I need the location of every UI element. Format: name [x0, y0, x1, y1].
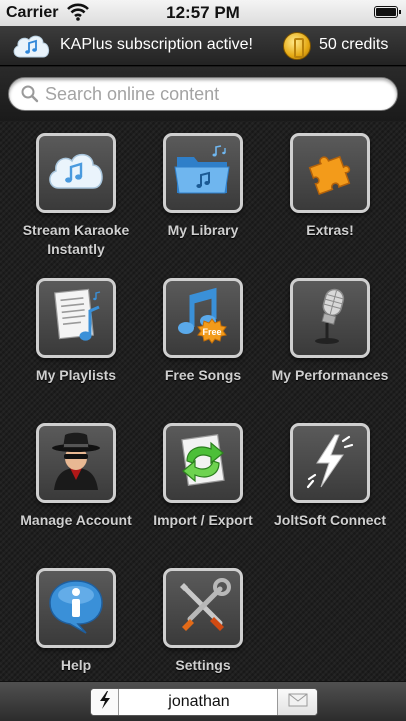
menu-item-free-songs[interactable]: Free Free Songs [143, 278, 263, 385]
search-bar [0, 67, 406, 121]
mail-button[interactable] [277, 689, 317, 715]
menu-item-label: Free Songs [164, 367, 242, 383]
menu-item-label: My Playlists [35, 367, 117, 383]
menu-item-extras[interactable]: Extras! [270, 133, 390, 240]
username-label[interactable]: jonathan [121, 693, 277, 711]
coin-icon [283, 32, 311, 60]
tile-frame[interactable] [290, 278, 370, 358]
menu-item-label: Help [60, 657, 92, 673]
menu-item-import-export[interactable]: Import / Export [143, 423, 263, 530]
tile-frame[interactable] [36, 568, 116, 648]
tile-frame[interactable] [36, 133, 116, 213]
bottom-bar: jonathan [0, 681, 406, 721]
menu-item-my-library[interactable]: My Library [143, 133, 263, 240]
free-note-icon: Free [172, 285, 234, 352]
jolt-button[interactable] [91, 689, 119, 715]
menu-item-label: Settings [175, 657, 231, 673]
menu-item-help[interactable]: Help [16, 568, 136, 675]
microphone-icon [305, 285, 355, 352]
cloud-music-icon [45, 148, 107, 199]
credits-count[interactable]: 50 credits [319, 36, 388, 54]
puzzle-icon [302, 143, 358, 204]
playlist-icon [47, 285, 105, 352]
menu-item-label: Extras! [306, 222, 354, 238]
tile-frame[interactable] [163, 568, 243, 648]
main-menu: Stream Karaoke Instantly My Library Extr… [0, 121, 406, 681]
menu-item-label: Stream Karaoke Instantly [22, 222, 130, 257]
menu-item-label: My Performances [271, 367, 389, 383]
tile-frame[interactable] [36, 423, 116, 503]
menu-item-my-playlists[interactable]: My Playlists [16, 278, 136, 385]
menu-item-label: Import / Export [153, 512, 253, 528]
search-input[interactable] [45, 81, 385, 107]
battery-icon [374, 6, 401, 18]
tools-icon [174, 577, 232, 640]
tile-frame[interactable]: Free [163, 278, 243, 358]
menu-item-settings[interactable]: Settings [143, 568, 263, 675]
menu-item-label: Manage Account [20, 512, 132, 528]
import-export-icon [173, 431, 233, 496]
free-badge-text: Free [202, 327, 221, 337]
search-field[interactable] [8, 77, 398, 111]
tile-frame[interactable] [290, 423, 370, 503]
envelope-icon [288, 693, 308, 712]
tile-frame[interactable] [163, 423, 243, 503]
menu-item-label: JoltSoft Connect [274, 512, 386, 528]
lightning-icon [97, 690, 113, 715]
tile-frame[interactable] [36, 278, 116, 358]
music-folder-icon [172, 143, 234, 204]
menu-item-my-performances[interactable]: My Performances [270, 278, 390, 385]
subscription-status: KAPlus subscription active! [60, 36, 253, 53]
menu-item-label: My Library [167, 222, 239, 238]
user-box: jonathan [90, 688, 318, 716]
menu-item-manage-account[interactable]: Manage Account [16, 423, 136, 530]
info-bubble-icon [46, 577, 106, 640]
search-icon [21, 85, 39, 108]
menu-item-stream-karaoke[interactable]: Stream Karaoke Instantly [16, 133, 136, 259]
lightning-icon [305, 431, 355, 496]
clock: 12:57 PM [166, 3, 240, 22]
tile-frame[interactable] [163, 133, 243, 213]
status-bar: Carrier 12:57 PM [0, 0, 406, 26]
cloud-music-icon[interactable] [10, 31, 52, 66]
menu-item-joltsoft-connect[interactable]: JoltSoft Connect [270, 423, 390, 530]
subscription-header: KAPlus subscription active! 50 credits [0, 26, 406, 66]
spy-icon [48, 430, 104, 497]
tile-frame[interactable] [290, 133, 370, 213]
